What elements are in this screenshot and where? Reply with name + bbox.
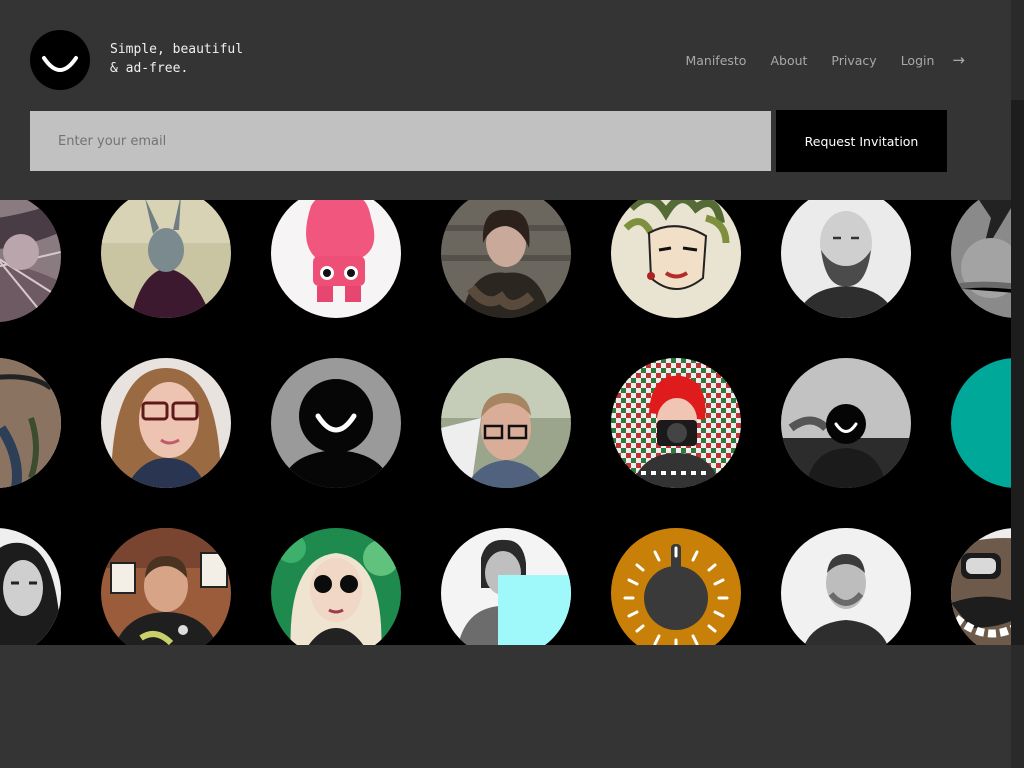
avatar-pink-toy-figure[interactable]	[271, 200, 401, 318]
tagline-line-1: Simple, beautiful	[110, 42, 244, 57]
avatar-woman-with-fur-coat[interactable]	[441, 200, 571, 318]
avatar-rabbit-mask-portrait[interactable]	[101, 200, 231, 318]
avatar-teal-graphic[interactable]	[951, 358, 1011, 488]
avatar-red-hair-photographer[interactable]	[611, 358, 741, 488]
page-scrollbar[interactable]	[1011, 0, 1024, 768]
avatar-medusa-illustration[interactable]	[611, 200, 741, 318]
nav-manifesto[interactable]: Manifesto	[685, 53, 746, 68]
avatar-tattooed-man[interactable]	[0, 358, 61, 488]
avatar-grid	[0, 200, 1011, 645]
avatar-man-with-glasses[interactable]	[441, 358, 571, 488]
avatar-man-with-cyan-square[interactable]	[441, 528, 571, 645]
avatar-woman-in-sunglasses[interactable]	[271, 528, 401, 645]
avatar-default-smile-avatar-2[interactable]	[781, 358, 911, 488]
avatar-man-drawing[interactable]	[101, 528, 231, 645]
request-invitation-button[interactable]: Request Invitation	[776, 110, 947, 172]
smile-logo-icon[interactable]	[30, 30, 90, 90]
avatar-man-portrait[interactable]	[781, 528, 911, 645]
site-header: Simple, beautiful & ad-free. Manifesto A…	[0, 0, 1011, 200]
nav-privacy[interactable]: Privacy	[831, 53, 876, 68]
arrow-right-icon[interactable]: →	[952, 52, 965, 68]
avatar-default-smile-avatar[interactable]	[271, 358, 401, 488]
main-nav: Manifesto About Privacy Login →	[661, 52, 965, 68]
avatar-long-haired-woman[interactable]	[0, 528, 61, 645]
nav-about[interactable]: About	[770, 53, 807, 68]
avatar-abstract-bw-photo[interactable]	[951, 200, 1011, 318]
email-input[interactable]	[30, 111, 771, 171]
avatar-engraving-artwork[interactable]	[0, 200, 61, 322]
scrollbar-thumb[interactable]	[1011, 100, 1024, 645]
nav-login[interactable]: Login	[901, 53, 935, 68]
avatar-cartoon-face[interactable]	[951, 528, 1011, 645]
avatar-skillet-logo[interactable]	[611, 528, 741, 645]
avatar-woman-with-glasses[interactable]	[101, 358, 231, 488]
tagline: Simple, beautiful & ad-free.	[110, 40, 243, 78]
avatar-bearded-man-portrait[interactable]	[781, 200, 911, 318]
tagline-line-2: & ad-free.	[110, 61, 189, 76]
